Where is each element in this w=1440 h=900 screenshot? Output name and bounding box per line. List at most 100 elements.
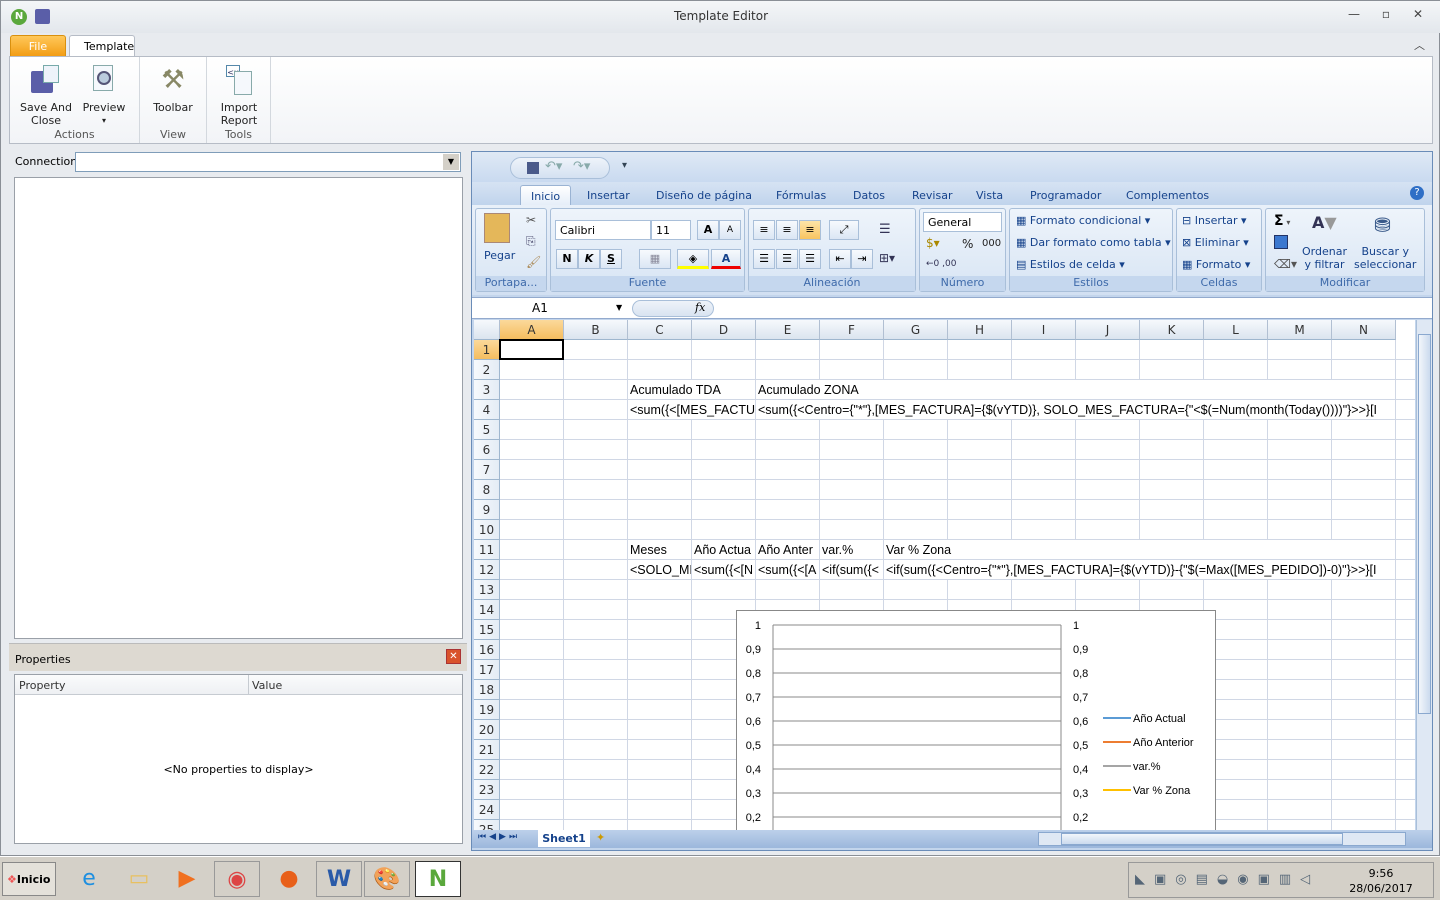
column-header-N[interactable]: N: [1332, 320, 1396, 340]
thousands-button[interactable]: 000: [982, 238, 1001, 249]
number-format-select[interactable]: General: [923, 212, 1002, 232]
row-header-17[interactable]: 17: [474, 660, 500, 680]
select-all-corner[interactable]: [474, 320, 500, 340]
column-header-I[interactable]: I: [1012, 320, 1076, 340]
align-middle-button[interactable]: ≡: [776, 220, 798, 240]
tab-diseno-pagina[interactable]: Diseño de página: [646, 185, 762, 206]
column-header-M[interactable]: M: [1268, 320, 1332, 340]
connection-select[interactable]: ▼: [75, 152, 461, 172]
tab-vista[interactable]: Vista: [966, 185, 1013, 206]
horizontal-scroll-thumb[interactable]: [1061, 833, 1343, 845]
cell-F11[interactable]: var.%: [820, 540, 883, 559]
line-chart[interactable]: 1 1 0,9 0,9 0,8 0,8 0,7 0,7 0,6 0,6 0,5 0,5 0,4 0,4 0,…: [736, 610, 1216, 830]
cell-D11[interactable]: Año Actua: [692, 540, 755, 559]
close-button[interactable]: ✕: [1407, 7, 1429, 25]
sheet-tab-sheet1[interactable]: Sheet1: [538, 830, 590, 847]
row-header-16[interactable]: 16: [474, 640, 500, 660]
align-bottom-button[interactable]: ≡: [799, 220, 821, 240]
save-icon[interactable]: [527, 162, 539, 174]
row-header-13[interactable]: 13: [474, 580, 500, 600]
insert-sheet-icon[interactable]: ✦: [596, 831, 605, 844]
chrome-icon[interactable]: ◉: [214, 861, 260, 897]
format-cells-button[interactable]: ▦ Formato ▾: [1182, 258, 1250, 271]
column-header-A[interactable]: A: [500, 320, 564, 340]
delete-cells-button[interactable]: ⊠ Eliminar ▾: [1182, 236, 1249, 249]
sort-filter-button[interactable]: Ordenar y filtrar: [1302, 245, 1347, 271]
save-and-close-button[interactable]: Save And Close: [16, 63, 76, 127]
collapse-ribbon-button[interactable]: ︿: [1414, 37, 1425, 53]
customize-qat-icon[interactable]: ▾: [622, 160, 627, 171]
row-header-11[interactable]: 11: [474, 540, 500, 560]
insert-cells-button[interactable]: ⊟ Insertar ▾: [1182, 214, 1247, 227]
decrease-indent-button[interactable]: ⇤: [829, 249, 851, 269]
row-header-12[interactable]: 12: [474, 560, 500, 580]
fill-icon[interactable]: [1274, 235, 1288, 249]
column-header-property[interactable]: Property: [19, 679, 66, 692]
column-header-D[interactable]: D: [692, 320, 756, 340]
tab-insertar[interactable]: Insertar: [577, 185, 640, 206]
undo-icon[interactable]: ↶▾: [545, 159, 562, 174]
row-header-7[interactable]: 7: [474, 460, 500, 480]
increase-indent-button[interactable]: ⇥: [851, 249, 873, 269]
cell-E3[interactable]: Acumulado ZONA: [756, 380, 1395, 399]
redo-icon[interactable]: ↷▾: [573, 159, 590, 174]
tab-template[interactable]: Template: [69, 35, 135, 57]
paint-icon[interactable]: 🎨: [364, 861, 410, 897]
row-header-20[interactable]: 20: [474, 720, 500, 740]
formula-input[interactable]: [718, 300, 1418, 317]
tab-file[interactable]: File: [10, 35, 66, 57]
row-header-25[interactable]: 25: [474, 820, 500, 830]
tab-datos[interactable]: Datos: [843, 185, 895, 206]
start-button[interactable]: ❖Inicio: [2, 862, 56, 896]
align-top-button[interactable]: ≡: [753, 220, 775, 240]
cell-G11[interactable]: Var % Zona: [884, 540, 1395, 559]
column-header-H[interactable]: H: [948, 320, 1012, 340]
cell-C3[interactable]: Acumulado TDA: [628, 380, 755, 399]
column-header-B[interactable]: B: [564, 320, 628, 340]
row-header-3[interactable]: 3: [474, 380, 500, 400]
column-header-K[interactable]: K: [1140, 320, 1204, 340]
grow-font-button[interactable]: A: [697, 220, 719, 240]
preview-button[interactable]: Preview ▾: [74, 63, 134, 127]
tray-icons[interactable]: ◣▣◎▤◒◉▣▥◁: [1135, 872, 1319, 887]
toolbar-button[interactable]: ⚒ Toolbar: [143, 63, 203, 114]
column-header-E[interactable]: E: [756, 320, 820, 340]
connection-tree[interactable]: [14, 177, 463, 639]
cell-F12[interactable]: <if(sum({<: [820, 560, 883, 579]
active-cell-A1[interactable]: [499, 339, 564, 360]
cell-C11[interactable]: Meses: [628, 540, 691, 559]
tab-programador[interactable]: Programador: [1020, 185, 1111, 206]
row-header-9[interactable]: 9: [474, 500, 500, 520]
row-header-24[interactable]: 24: [474, 800, 500, 820]
cell-D12[interactable]: <sum({<[N: [692, 560, 755, 579]
clear-icon[interactable]: ⌫▾: [1274, 257, 1297, 271]
row-header-19[interactable]: 19: [474, 700, 500, 720]
firefox-icon[interactable]: ●: [266, 861, 312, 897]
format-painter-icon[interactable]: 🖌: [526, 255, 541, 269]
row-header-21[interactable]: 21: [474, 740, 500, 760]
cell-C12[interactable]: <SOLO_MI: [628, 560, 691, 579]
sheet-nav-buttons[interactable]: ⏮◀▶⏭: [478, 832, 520, 842]
row-header-15[interactable]: 15: [474, 620, 500, 640]
row-header-8[interactable]: 8: [474, 480, 500, 500]
italic-button[interactable]: K: [578, 249, 600, 269]
font-name-select[interactable]: Calibri: [555, 220, 651, 240]
bold-button[interactable]: N: [556, 249, 578, 269]
align-left-button[interactable]: ☰: [753, 249, 775, 269]
import-report-button[interactable]: <x Import Report: [209, 63, 269, 127]
shrink-font-button[interactable]: A: [719, 220, 741, 240]
paste-button[interactable]: Pegar: [484, 249, 515, 262]
fill-color-button[interactable]: ◈: [677, 249, 709, 269]
row-header-14[interactable]: 14: [474, 600, 500, 620]
font-color-button[interactable]: A: [711, 249, 741, 269]
file-explorer-icon[interactable]: ▭: [116, 861, 162, 897]
media-player-icon[interactable]: ▶: [164, 861, 210, 897]
align-right-button[interactable]: ☰: [799, 249, 821, 269]
copy-icon[interactable]: ⎘: [526, 234, 536, 249]
restore-button[interactable]: ▫: [1375, 7, 1397, 25]
tab-complementos[interactable]: Complementos: [1116, 185, 1219, 206]
chevron-down-icon[interactable]: ▼: [443, 154, 459, 170]
insert-function-button[interactable]: fx: [695, 301, 705, 314]
spreadsheet-grid[interactable]: A B C D E F G H I J K L M N 1 2 3 4 5 6 7 8 9 10 11 12 13 14 15 16 17 1…: [474, 320, 1415, 830]
column-header-F[interactable]: F: [820, 320, 884, 340]
